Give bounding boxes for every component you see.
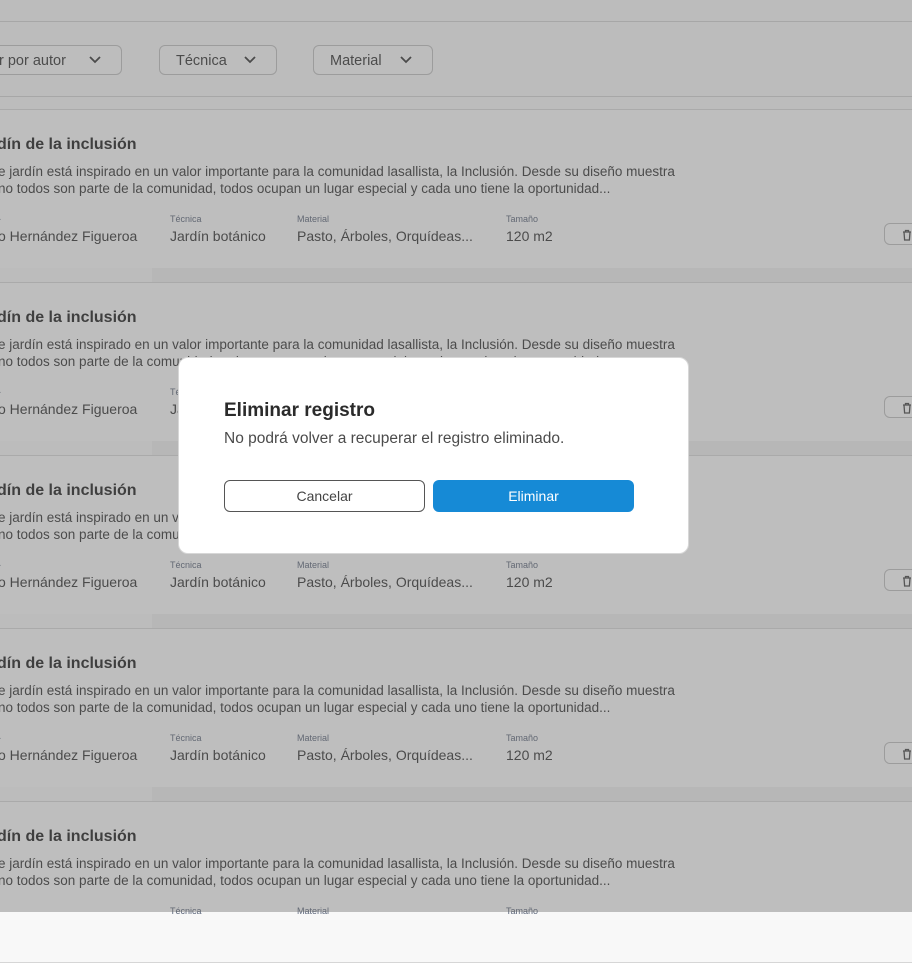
page: r por autor Técnica Material dín de la i… bbox=[0, 0, 912, 963]
dialog-message: No podrá volver a recuperar el registro … bbox=[224, 430, 565, 447]
delete-button[interactable]: Eliminar bbox=[433, 480, 634, 512]
delete-confirmation-dialog: Eliminar registro No podrá volver a recu… bbox=[178, 357, 689, 554]
dialog-title: Eliminar registro bbox=[224, 400, 375, 421]
cancel-button[interactable]: Cancelar bbox=[224, 480, 425, 512]
